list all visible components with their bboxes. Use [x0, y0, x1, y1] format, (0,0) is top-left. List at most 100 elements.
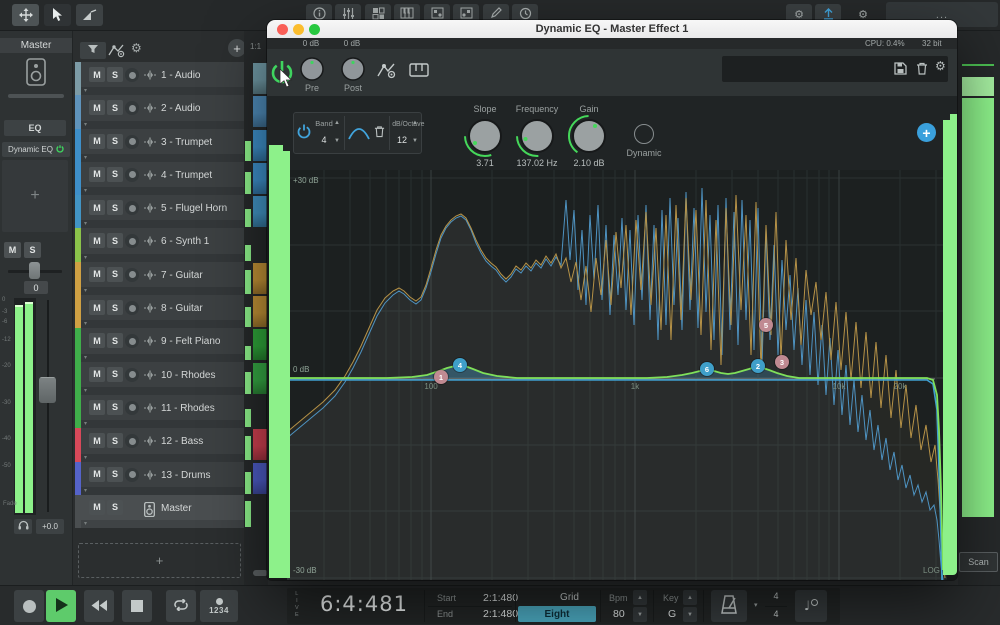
track-mute-button[interactable]: M [89, 467, 105, 482]
track-solo-button[interactable]: S [107, 300, 123, 315]
track-expand-strip[interactable]: ▾ [81, 287, 244, 295]
grid-value-button[interactable]: Eight [518, 606, 596, 622]
track-row[interactable]: M S 8 - Guitar ▾ [75, 295, 244, 328]
track-name[interactable]: 1 - Audio [161, 70, 200, 81]
track-record-arm-button[interactable] [125, 101, 139, 115]
eq-band-marker-2[interactable]: 2 [751, 359, 765, 373]
live-indicator[interactable]: LIVE [295, 591, 299, 619]
track-record-arm-button[interactable] [125, 368, 139, 382]
fader-handle[interactable] [39, 377, 56, 403]
minimize-window-button[interactable] [293, 24, 304, 35]
eq-spectrum-display[interactable]: +30 dB 0 dB -30 dB LOG 1001k10k20k 14623… [267, 170, 957, 580]
plugin-automation-button[interactable] [377, 62, 397, 82]
clip-block[interactable] [253, 296, 267, 327]
track-record-arm-button[interactable] [125, 468, 139, 482]
track-name[interactable]: 8 - Guitar [161, 303, 203, 314]
scan-button[interactable]: Scan [959, 552, 998, 572]
frequency-knob[interactable] [515, 114, 559, 161]
plugin-window[interactable]: Dynamic EQ - Master Effect 1 0 dB 0 dB C… [267, 20, 957, 580]
track-name[interactable]: 11 - Rhodes [161, 403, 215, 414]
track-name[interactable]: 7 - Guitar [161, 270, 203, 281]
track-solo-button[interactable]: S [107, 467, 123, 482]
track-record-arm-button[interactable] [125, 168, 139, 182]
track-expand-strip[interactable]: ▾ [81, 220, 244, 228]
track-row[interactable]: M S 2 - Audio ▾ [75, 95, 244, 128]
track-expand-strip[interactable]: ▾ [81, 320, 244, 328]
metronome-options-caret[interactable]: ▾ [754, 601, 758, 609]
fade-tool-button[interactable] [76, 4, 103, 26]
time-signature-bottom[interactable]: 4 [767, 609, 785, 619]
track-solo-button[interactable]: S [107, 400, 123, 415]
track-row[interactable]: M S 11 - Rhodes ▾ [75, 395, 244, 428]
note-value-button[interactable]: ♩ [795, 590, 827, 622]
track-mute-button[interactable]: M [89, 100, 105, 115]
record-button[interactable] [14, 590, 44, 622]
track-solo-button[interactable]: S [107, 333, 123, 348]
device-power-icon[interactable] [56, 145, 64, 155]
clip-block[interactable] [253, 329, 267, 360]
stop-button[interactable] [122, 590, 152, 622]
end-value[interactable]: 2:1:480 [483, 608, 518, 620]
clip-block[interactable] [253, 96, 267, 127]
track-row[interactable]: M S 4 - Trumpet ▾ [75, 162, 244, 195]
track-record-arm-button[interactable] [125, 334, 139, 348]
track-expand-strip[interactable]: ▾ [81, 87, 244, 95]
track-settings-button[interactable]: ⚙ [131, 41, 142, 55]
gain-knob[interactable] [567, 114, 611, 161]
track-mute-button[interactable]: M [89, 400, 105, 415]
track-record-arm-button[interactable] [125, 268, 139, 282]
track-mute-button[interactable]: M [89, 67, 105, 82]
eq-band-marker-4[interactable]: 4 [453, 358, 467, 372]
close-window-button[interactable] [277, 24, 288, 35]
track-name[interactable]: 2 - Audio [161, 103, 200, 114]
track-solo-button[interactable]: S [107, 200, 123, 215]
track-mute-button[interactable]: M [89, 134, 105, 149]
track-mute-button[interactable]: M [89, 200, 105, 215]
post-gain-knob[interactable] [341, 57, 365, 84]
track-solo-button[interactable]: S [107, 433, 123, 448]
bpm-value[interactable]: 80 [613, 608, 625, 620]
track-expand-strip[interactable]: ▾ [81, 487, 244, 495]
eq-band-marker-5[interactable]: 5 [759, 318, 773, 332]
time-signature-top[interactable]: 4 [767, 591, 785, 601]
add-band-button[interactable]: + [917, 123, 936, 142]
track-record-arm-button[interactable] [125, 68, 139, 82]
band-power-button[interactable] [297, 123, 311, 142]
eq-device-button[interactable]: EQ [4, 120, 66, 136]
clip-block[interactable] [253, 429, 267, 460]
band-down-button[interactable]: ▼ [332, 138, 342, 144]
track-row[interactable]: M S 6 - Synth 1 ▾ [75, 228, 244, 261]
clip-block[interactable] [253, 263, 267, 294]
clip-block[interactable] [253, 363, 267, 394]
inspector-title[interactable]: Master [0, 38, 72, 53]
cue-headphone-button[interactable] [14, 519, 32, 534]
track-mute-button[interactable]: M [89, 500, 105, 515]
delete-band-button[interactable] [374, 125, 385, 141]
master-solo-button[interactable]: S [24, 242, 41, 258]
delete-preset-button[interactable] [916, 62, 928, 78]
automation-toggle-button[interactable] [108, 43, 126, 61]
track-name[interactable]: 10 - Rhodes [161, 370, 215, 381]
track-expand-strip[interactable]: ▾ [81, 121, 244, 129]
dynamic-eq-device-button[interactable]: Dynamic EQ [2, 142, 70, 157]
track-record-arm-button[interactable] [125, 434, 139, 448]
track-row[interactable]: M S 3 - Trumpet ▾ [75, 129, 244, 162]
octave-down-button[interactable]: ▼ [410, 138, 420, 144]
track-row[interactable]: M S 5 - Flugel Horn ▾ [75, 195, 244, 228]
track-expand-strip[interactable]: ▾ [81, 387, 244, 395]
track-name[interactable]: 9 - Felt Piano [161, 336, 220, 347]
pre-gain-knob[interactable] [300, 57, 324, 84]
metronome-button[interactable] [711, 590, 747, 622]
track-row[interactable]: M S Master ▾ [75, 495, 244, 528]
master-gain-value[interactable]: +0.0 [36, 519, 64, 534]
track-solo-button[interactable]: S [107, 167, 123, 182]
loop-button[interactable] [166, 590, 196, 622]
track-expand-strip[interactable]: ▾ [81, 454, 244, 462]
bpm-down-button[interactable]: ▼ [633, 607, 647, 622]
band-shape-bell-icon[interactable] [348, 125, 370, 144]
track-mute-button[interactable]: M [89, 300, 105, 315]
track-expand-strip[interactable]: ▾ [81, 187, 244, 195]
track-record-arm-button[interactable] [125, 135, 139, 149]
track-mute-button[interactable]: M [89, 167, 105, 182]
song-position-display[interactable]: 6:4:481 [320, 592, 408, 616]
